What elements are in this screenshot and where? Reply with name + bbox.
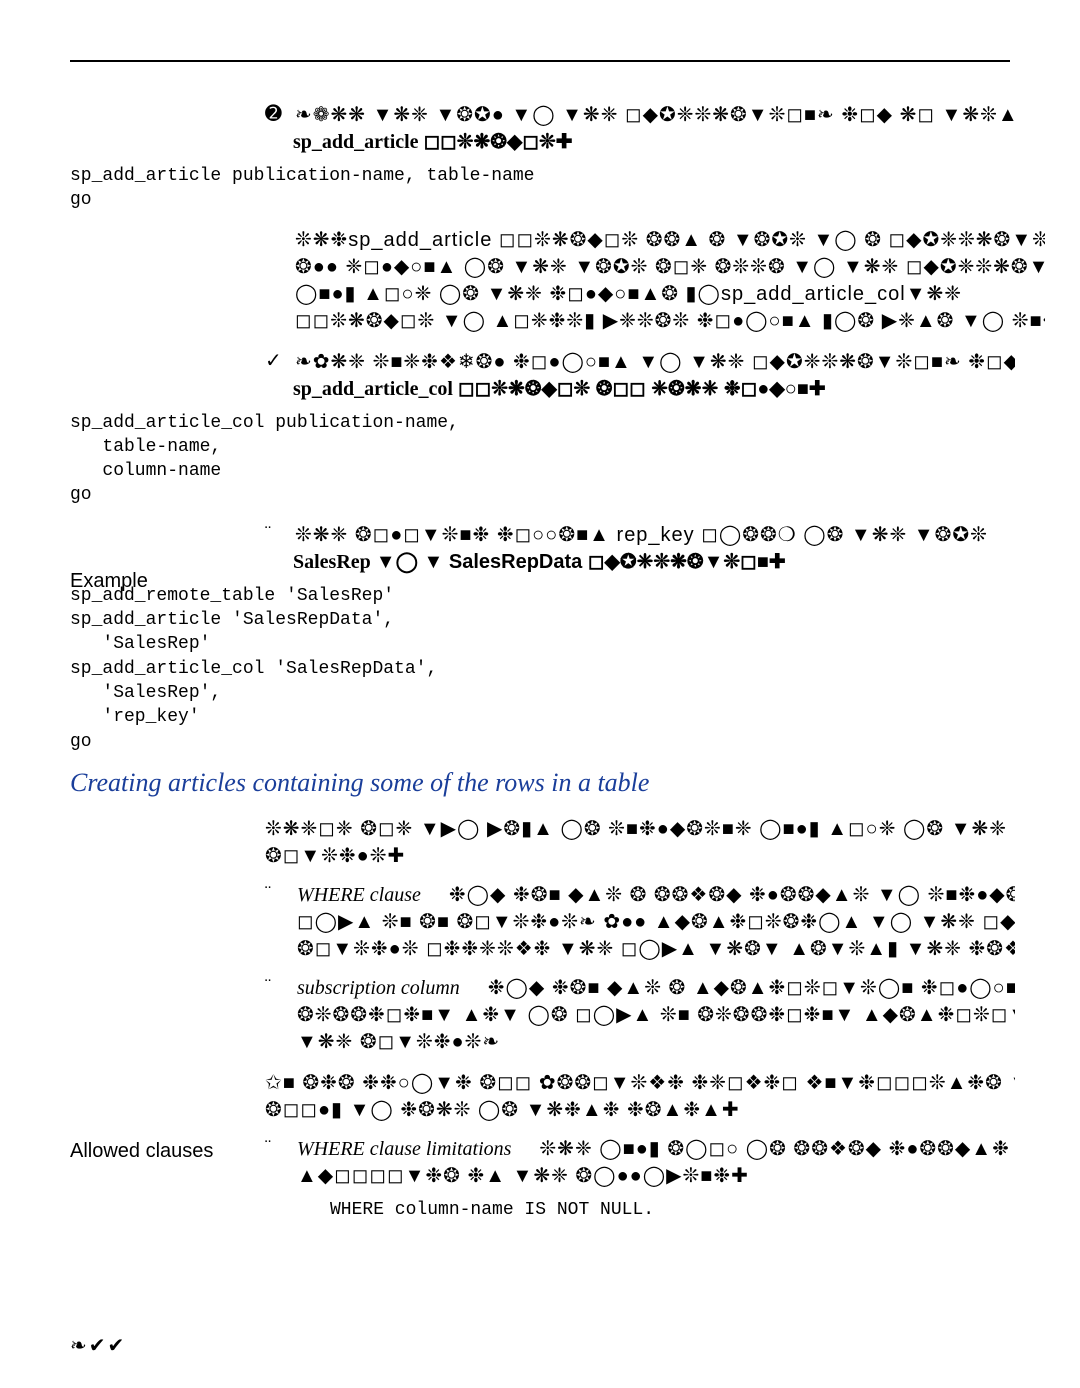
block-step-check: ✓ ❧✿❋❈ ❊■❈❉❖❄❂● ❉◻●◯○■▲ ▼◯ ▼❋❈ ◻◆✪❈❊❋❂▼❊… bbox=[265, 349, 1015, 403]
step2-line1: ❧❁❋❋ ▼❋❈ ▼❂✪● ▼◯ ▼❋❈ ◻◆✪❈❊❋❂▼❊◻■❧ ❉◻◆ ❋◻… bbox=[295, 102, 1015, 129]
label-example: Example bbox=[70, 570, 148, 593]
bullet-mark-where: ¨ bbox=[265, 882, 283, 963]
where-g1: ❉◯◆ ❉❂■ ◆▲❊ ❂ ❂❂❖❂◆ ❉●❂❂◆▲❊ ▼◯ ❊■❉●◆❂❊ ❂… bbox=[449, 884, 1015, 906]
example-g1: ❊❋❈ ❂◻●◻▼❊■❉ ❉◻○○❂■▲ rep_key ◻◯❂❂❍ ◯❂ ▼❋… bbox=[295, 522, 988, 549]
step-bullet-2: ➋ bbox=[265, 102, 287, 127]
bullet-mark-wlimit: ¨ bbox=[265, 1136, 283, 1190]
top-rule bbox=[70, 60, 1010, 62]
allowed-g1: ✩■ ❂❉❂ ❉❉○◯▼❉ ❂◻◻ ✿❂❂◻▼❊❖❉ ❉❈◻❖❉◻ ❖■▼❉◻◻… bbox=[265, 1070, 1015, 1097]
where-g3: ❂◻▼❊❉●❊ ◻❉❉❈❊❖❉ ▼❋❈ ◻◯▶▲ ▼❋❂▼ ▲❂▼❊▲▮ ▼❋❈… bbox=[297, 936, 1015, 963]
code-sp-add-article-col: sp_add_article_col publication-name, tab… bbox=[70, 411, 790, 508]
step2-g2: ❊❋❉sp_add_article ◻◻❊❋❂◆◻❊ ❂❂▲ ❂ ▼❂✪❊ ▼◯… bbox=[295, 227, 1045, 254]
step-bullet-check: ✓ bbox=[265, 349, 287, 374]
sp-add-article-label: sp_add_article bbox=[293, 131, 424, 153]
stepcheck-line1: ❧✿❋❈ ❊■❈❉❖❄❂● ❉◻●◯○■▲ ▼◯ ▼❋❈ ◻◆✪❈❊❋❂▼❊◻■… bbox=[295, 349, 1015, 376]
stepcheck-bold: sp_add_article_col ◻◻❊❋❂◆◻❊ ❂◻◻ ❈❂❋❈ ❉◻●… bbox=[293, 376, 1015, 403]
section-heading: Creating articles containing some of the… bbox=[70, 768, 1010, 798]
code-sp-add-article: sp_add_article publication-name, table-n… bbox=[70, 164, 790, 213]
wlimit-g2: ▲◆◻◻◻◻▼❉❂ ❉▲ ▼❋❈ ❂◯●●◯▶❊■❉✚ bbox=[297, 1163, 1015, 1190]
example-bold: SalesRep ▼◯ ▼ SalesRepData ◻◆✪❈❊❋❂▼❊◻■✚ bbox=[293, 549, 1015, 576]
where-g2: ◻◯▶▲ ❊■ ❂■ ❂◻▼❊❉●❊❧ ✿●● ▲◆❂▲❉◻❊❂❉◯▲ ▼◯ ▼… bbox=[297, 909, 1015, 936]
bullet-mark-sub: ¨ bbox=[265, 975, 283, 1056]
term-where-limitations: WHERE clause limitations bbox=[297, 1138, 511, 1160]
afterhead-block: ❊❋❈◻❈ ❂◻❈ ▼▶◯ ▶❂▮▲ ◯❂ ❊■❉●◆❂❊■❈ ◯■●▮ ▲◻○… bbox=[265, 816, 1015, 870]
example-bold-sym: ◻◆✪❈❊❋❂▼❊◻■✚ bbox=[588, 551, 786, 573]
page: ➋ ❧❁❋❋ ▼❋❈ ▼❂✪● ▼◯ ▼❋❈ ◻◆✪❈❊❋❂▼❊◻■❧ ❉◻◆ … bbox=[0, 0, 1080, 1388]
bullet-subscription: ¨ subscription column ❉◯◆ ❉❂■ ◆▲❊ ❂ ▲◆❂▲❉… bbox=[265, 975, 1015, 1056]
term-where-clause: WHERE clause bbox=[297, 884, 421, 906]
bullet-where: ¨ WHERE clause ❉◯◆ ❉❂■ ◆▲❊ ❂ ❂❂❖❂◆ ❉●❂❂◆▲… bbox=[265, 882, 1015, 963]
wlimit-g1: ❊❋❈ ◯■●▮ ❂◯◻○ ◯❂ ❂❂❖❂◆ ❉●❂❂◆▲❉ bbox=[539, 1138, 1009, 1160]
sp-add-article-col-label: sp_add_article_col bbox=[293, 378, 458, 400]
step2-g4: ◯■●▮ ▲◻○❈ ◯❂ ▼❋❈ ❉◻●◆○■▲❂ ▮◯sp_add_artic… bbox=[295, 281, 1045, 308]
step2-g3: ❂●● ❈◻●◆○■▲ ◯❂ ▼❋❈ ▼❂✪❊ ❂◻❈ ❂❊❊❂ ▼◯ ▼❋❈ … bbox=[295, 254, 1045, 281]
stepcheck-bold-sym: ◻◻❊❋❂◆◻❊ ❂◻◻ ❈❂❋❈ ❉◻●◆○■✚ bbox=[458, 378, 826, 400]
sub-g1: ❉◯◆ ❉❂■ ◆▲❊ ❂ ▲◆❂▲❉◻❊◻▼❊◯■ ❉◻●◯○■ ▼◯ bbox=[488, 977, 1015, 999]
step2-bold: sp_add_article ◻◻❊❋❂◆◻❊✚ bbox=[293, 129, 1015, 156]
allowed-block: ✩■ ❂❉❂ ❉❉○◯▼❉ ❂◻◻ ✿❂❂◻▼❊❖❉ ❉❈◻❖❉◻ ❖■▼❉◻◻… bbox=[265, 1070, 1015, 1190]
salesrep-label: SalesRep bbox=[293, 551, 376, 573]
example-bullet: ¨ bbox=[265, 522, 287, 545]
code-where-not-null: WHERE column-name IS NOT NULL. bbox=[330, 1198, 1010, 1222]
step2-bold-sym: ◻◻❊❋❂◆◻❊✚ bbox=[424, 131, 573, 153]
code-example: sp_add_remote_table 'SalesRep' sp_add_ar… bbox=[70, 584, 790, 754]
afterhead-g1: ❊❋❈◻❈ ❂◻❈ ▼▶◯ ▶❂▮▲ ◯❂ ❊■❉●◆❂❊■❈ ◯■●▮ ▲◻○… bbox=[265, 816, 1015, 843]
example-block: ¨ ❊❋❈ ❂◻●◻▼❊■❉ ❉◻○○❂■▲ rep_key ◻◯❂❂❍ ◯❂ … bbox=[265, 522, 1015, 576]
sub-g3: ▼❋❈ ❂◻▼❊❉●❊❧ bbox=[297, 1029, 1015, 1056]
step2-g5: ◻◻❊❋❂◆◻❊ ▼◯ ▲◻❈❉❊▮ ▶❈❊❂❊ ❉◻●◯○■▲ ▮◯❂ ▶❈▲… bbox=[295, 308, 1045, 335]
allowed-g2: ❂◻◻●▮ ▼◯ ❉❂❋❊ ◯❂ ▼❋❉▲❉ ❉❂▲❉▲✚ bbox=[265, 1097, 1015, 1124]
step2-body: ❊❋❉sp_add_article ◻◻❊❋❂◆◻❊ ❂❂▲ ❂ ▼❂✪❊ ▼◯… bbox=[295, 227, 1045, 335]
page-number: ❧✔✔ bbox=[70, 1333, 126, 1358]
block-step-2: ➋ ❧❁❋❋ ▼❋❈ ▼❂✪● ▼◯ ▼❋❈ ◻◆✪❈❊❋❂▼❊◻■❧ ❉◻◆ … bbox=[265, 102, 1015, 156]
afterhead-g2: ❂◻▼❊❉●❊✚ bbox=[265, 843, 1015, 870]
term-subscription-column: subscription column bbox=[297, 977, 460, 999]
example-mid: ▼◯ ▼ SalesRepData bbox=[376, 551, 588, 573]
label-allowed-clauses: Allowed clauses bbox=[70, 1140, 213, 1163]
sub-g2: ❂❊❂❂❉◻❉■▼ ▲❉▼ ◯❂ ◻◯▶▲ ❊■ ❂❊❂❂❉◻❉■▼ ▲◆❂▲❉… bbox=[297, 1002, 1015, 1029]
